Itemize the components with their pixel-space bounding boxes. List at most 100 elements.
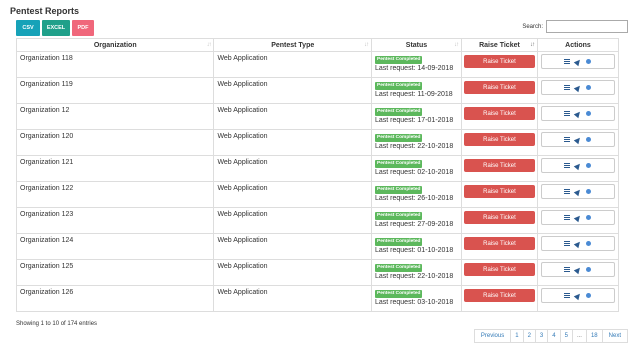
circle-icon[interactable] <box>586 137 592 142</box>
table-row: Organization 118 Web Application Pentest… <box>15 51 620 78</box>
pagination: Previous 1 2 3 4 5 ... 18 Next <box>473 329 628 343</box>
pagination-page[interactable]: 18 <box>585 329 603 343</box>
raise-ticket-button[interactable]: Raise Ticket <box>463 81 535 94</box>
column-header-organization[interactable]: Organization ↓↑ <box>15 38 215 52</box>
pentest-type: Web Application <box>217 107 268 114</box>
actions-group <box>540 288 615 303</box>
circle-icon[interactable] <box>586 163 592 168</box>
pentest-type: Web Application <box>217 211 268 218</box>
status-cell: Pentest Completed Last request: 17-01-20… <box>371 103 462 130</box>
list-icon[interactable] <box>564 215 571 220</box>
send-icon[interactable] <box>574 135 583 144</box>
last-request: Last request: 17-01-2018 <box>375 117 454 124</box>
raise-ticket-button[interactable]: Raise Ticket <box>463 133 535 146</box>
raise-ticket-button[interactable]: Raise Ticket <box>463 237 535 250</box>
column-header-pentest-type[interactable]: Pentest Type ↓↑ <box>213 38 372 52</box>
column-header-status[interactable]: Status ↓↑ <box>371 38 462 52</box>
circle-icon[interactable] <box>586 293 592 298</box>
organization-name: Organization 12 <box>20 107 70 114</box>
raise-ticket-cell: Raise Ticket <box>460 129 538 156</box>
table-info: Showing 1 to 10 of 174 entries <box>16 321 98 327</box>
pentest-type-cell: Web Application <box>213 181 372 208</box>
column-header-label: Organization <box>93 41 137 49</box>
send-icon[interactable] <box>574 187 583 196</box>
table-row: Organization 119 Web Application Pentest… <box>15 77 620 104</box>
sort-icon: ↓↑ <box>453 42 459 48</box>
raise-ticket-cell: Raise Ticket <box>460 233 538 260</box>
circle-icon[interactable] <box>586 85 592 90</box>
pentest-type: Web Application <box>217 237 268 244</box>
csv-export-button[interactable]: CSV <box>16 20 40 36</box>
raise-ticket-button[interactable]: Raise Ticket <box>463 263 535 276</box>
circle-icon[interactable] <box>586 215 592 220</box>
raise-ticket-button[interactable]: Raise Ticket <box>463 107 535 120</box>
status-badge: Pentest Completed <box>375 56 423 64</box>
actions-cell <box>536 207 620 234</box>
organization-name: Organization 122 <box>20 185 74 192</box>
list-icon[interactable] <box>564 293 571 298</box>
circle-icon[interactable] <box>586 189 592 194</box>
send-icon[interactable] <box>574 83 583 92</box>
table-row: Organization 12 Web Application Pentest … <box>15 103 620 130</box>
send-icon[interactable] <box>574 213 583 222</box>
last-request: Last request: 11-09-2018 <box>375 91 453 98</box>
raise-ticket-cell: Raise Ticket <box>460 77 538 104</box>
send-icon[interactable] <box>574 291 583 300</box>
list-icon[interactable] <box>564 59 571 64</box>
actions-group <box>540 184 615 199</box>
pagination-page[interactable]: 1 <box>510 329 524 343</box>
list-icon[interactable] <box>564 241 571 246</box>
list-icon[interactable] <box>564 85 571 90</box>
pagination-page[interactable]: 3 <box>534 329 549 343</box>
send-icon[interactable] <box>574 57 583 66</box>
actions-cell <box>536 259 620 286</box>
organization-name: Organization 126 <box>20 289 74 296</box>
pagination-next[interactable]: Next <box>601 329 628 343</box>
pentest-type: Web Application <box>217 55 268 62</box>
circle-icon[interactable] <box>586 267 592 272</box>
send-icon[interactable] <box>574 265 583 274</box>
circle-icon[interactable] <box>586 241 592 246</box>
pentest-type: Web Application <box>217 263 268 270</box>
list-icon[interactable] <box>564 189 571 194</box>
send-icon[interactable] <box>574 161 583 170</box>
last-request: Last request: 14-09-2018 <box>375 65 454 72</box>
actions-cell <box>536 77 620 104</box>
actions-group <box>540 158 615 173</box>
pagination-page[interactable]: 4 <box>547 329 561 343</box>
last-request: Last request: 01-10-2018 <box>375 247 454 254</box>
search-input[interactable] <box>546 20 628 33</box>
raise-ticket-button[interactable]: Raise Ticket <box>463 159 535 172</box>
pagination-previous[interactable]: Previous <box>473 329 512 343</box>
list-icon[interactable] <box>564 267 571 272</box>
table-row: Organization 122 Web Application Pentest… <box>15 181 620 208</box>
raise-ticket-button[interactable]: Raise Ticket <box>463 55 535 68</box>
excel-export-button[interactable]: EXCEL <box>42 20 70 36</box>
pentest-type: Web Application <box>217 289 268 296</box>
raise-ticket-button[interactable]: Raise Ticket <box>463 289 535 302</box>
list-icon[interactable] <box>564 111 571 116</box>
send-icon[interactable] <box>574 109 583 118</box>
raise-ticket-button[interactable]: Raise Ticket <box>463 185 535 198</box>
actions-cell <box>536 285 620 312</box>
table-row: Organization 123 Web Application Pentest… <box>15 207 620 234</box>
status-badge: Pentest Completed <box>375 264 423 272</box>
send-icon[interactable] <box>574 239 583 248</box>
column-header-raise-ticket[interactable]: Raise Ticket ↓↑ <box>460 38 538 52</box>
status-cell: Pentest Completed Last request: 22-10-20… <box>371 259 462 286</box>
pagination-page[interactable]: 5 <box>559 329 573 343</box>
raise-ticket-button[interactable]: Raise Ticket <box>463 211 535 224</box>
pagination-page[interactable]: 2 <box>522 329 536 343</box>
status-badge: Pentest Completed <box>375 82 423 90</box>
column-header-label: Pentest Type <box>271 41 315 49</box>
list-icon[interactable] <box>564 137 571 142</box>
pentest-type-cell: Web Application <box>213 285 372 312</box>
circle-icon[interactable] <box>586 59 592 64</box>
reports-table: Organization ↓↑ Pentest Type ↓↑ Status ↓↑ R… <box>15 38 620 312</box>
pdf-export-button[interactable]: PDF <box>72 20 94 36</box>
raise-ticket-cell: Raise Ticket <box>460 285 538 312</box>
list-icon[interactable] <box>564 163 571 168</box>
circle-icon[interactable] <box>586 111 592 116</box>
last-request: Last request: 03-10-2018 <box>375 299 454 306</box>
actions-cell <box>536 233 620 260</box>
